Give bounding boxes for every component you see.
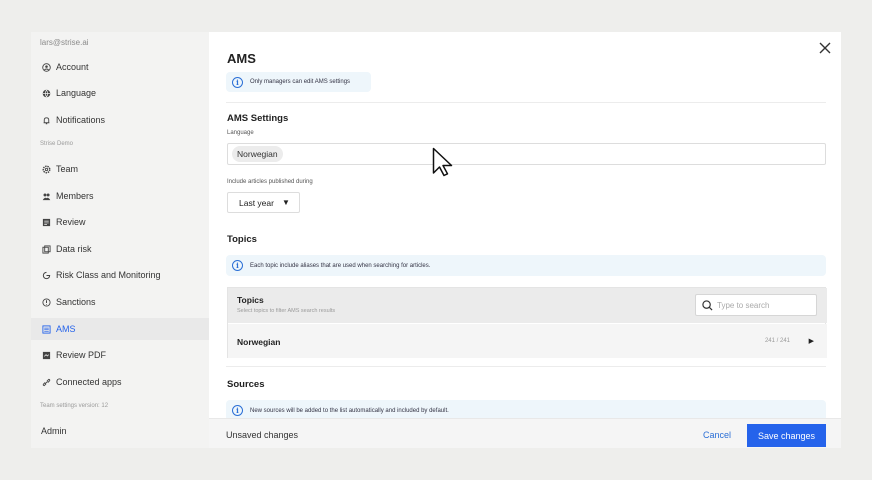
close-button[interactable]: [817, 40, 833, 56]
topic-name: Norwegian: [237, 337, 281, 347]
monitoring-icon: [41, 270, 51, 280]
sidebar-item-data-risk[interactable]: Data risk: [31, 238, 209, 260]
sidebar-item-label: Team: [56, 164, 79, 174]
divider: [226, 102, 826, 103]
gear-icon: [41, 164, 51, 174]
sidebar-item-label: Notifications: [56, 115, 106, 125]
ams-settings-heading: AMS Settings: [227, 113, 289, 124]
sidebar-item-label: Connected apps: [56, 377, 122, 387]
topics-search-input[interactable]: [717, 300, 812, 310]
expand-arrow-icon[interactable]: ▶: [809, 337, 814, 345]
language-label: Language: [227, 130, 254, 136]
sidebar-item-members[interactable]: Members: [31, 185, 209, 207]
caret-down-icon: ▼: [281, 198, 290, 207]
notice-text: New sources will be added to the list au…: [250, 407, 449, 414]
sidebar-item-label: Risk Class and Monitoring: [56, 270, 161, 280]
sidebar-item-label: Review: [56, 217, 86, 227]
info-icon: i: [232, 405, 243, 416]
page-title: AMS: [227, 51, 256, 66]
search-icon: [702, 299, 713, 311]
info-icon: i: [232, 76, 243, 88]
topics-table-header: Topics Select topics to filter AMS searc…: [228, 288, 827, 323]
topics-table: Topics Select topics to filter AMS searc…: [227, 287, 827, 358]
topics-table-title: Topics: [237, 295, 264, 305]
language-select[interactable]: Norwegian: [227, 143, 826, 165]
topics-heading: Topics: [227, 234, 257, 245]
unsaved-changes-bar: Unsaved changes Cancel Save changes: [209, 418, 841, 448]
globe-icon: [41, 88, 51, 98]
sidebar-item-label: Sanctions: [56, 297, 96, 307]
sidebar-item-review-pdf[interactable]: Review PDF: [31, 344, 209, 366]
settings-sidebar: lars@strise.ai Account Language Notifica…: [31, 32, 209, 448]
team-section-label: Strise Demo: [40, 141, 74, 147]
ams-icon: [41, 324, 51, 334]
period-value: Last year: [239, 197, 274, 208]
managers-notice: i Only managers can edit AMS settings: [226, 72, 371, 92]
unsaved-status: Unsaved changes: [226, 430, 299, 440]
version-label: Team settings version: 12: [40, 403, 109, 409]
link-icon: [41, 377, 51, 387]
mouse-pointer-icon: [432, 147, 453, 177]
account-icon: [41, 62, 51, 72]
sources-heading: Sources: [227, 379, 265, 390]
data-risk-icon: [41, 244, 51, 254]
sidebar-item-risk-class[interactable]: Risk Class and Monitoring: [31, 264, 209, 286]
sidebar-item-sanctions[interactable]: Sanctions: [31, 291, 209, 313]
info-icon: i: [232, 260, 243, 271]
topics-notice: i Each topic include aliases that are us…: [226, 255, 826, 276]
sidebar-item-label: AMS: [56, 324, 76, 334]
sidebar-item-language[interactable]: Language: [31, 82, 209, 104]
settings-window: lars@strise.ai Account Language Notifica…: [31, 32, 841, 448]
sidebar-item-account[interactable]: Account: [31, 56, 209, 78]
cancel-button[interactable]: Cancel: [703, 430, 731, 440]
period-label: Include articles published during: [227, 179, 313, 185]
sidebar-item-label: Members: [56, 191, 94, 201]
members-icon: [41, 191, 51, 201]
sidebar-item-notifications[interactable]: Notifications: [31, 109, 209, 131]
sanctions-icon: [41, 297, 51, 307]
divider: [226, 366, 826, 367]
topics-search[interactable]: [695, 294, 817, 316]
sidebar-item-label: Review PDF: [56, 350, 107, 360]
topic-count: 241 / 241: [764, 338, 790, 344]
close-icon: [819, 42, 831, 54]
topics-table-subtitle: Select topics to filter AMS search resul…: [237, 308, 336, 314]
sidebar-item-label: Account: [56, 62, 89, 72]
sidebar-item-label: Language: [56, 88, 97, 98]
user-email: lars@strise.ai: [40, 38, 89, 47]
save-button[interactable]: Save changes: [747, 424, 826, 447]
notice-text: Each topic include aliases that are used…: [250, 262, 431, 269]
language-chip[interactable]: Norwegian: [232, 146, 283, 162]
sidebar-item-team[interactable]: Team: [31, 158, 209, 180]
bell-icon: [41, 115, 51, 125]
table-row[interactable]: Norwegian 241 / 241 ▶: [228, 324, 827, 358]
period-dropdown[interactable]: Last year ▼: [227, 192, 300, 213]
sidebar-item-review[interactable]: Review: [31, 211, 209, 233]
review-icon: [41, 217, 51, 227]
sidebar-item-connected-apps[interactable]: Connected apps: [31, 371, 209, 393]
pdf-icon: [41, 350, 51, 360]
notice-text: Only managers can edit AMS settings: [250, 79, 351, 85]
sidebar-item-label: Admin: [41, 426, 67, 436]
ams-settings-panel: AMS i Only managers can edit AMS setting…: [209, 32, 841, 448]
sidebar-item-label: Data risk: [56, 244, 92, 254]
sidebar-item-ams[interactable]: AMS: [31, 318, 209, 340]
sidebar-item-admin[interactable]: Admin: [31, 420, 209, 442]
